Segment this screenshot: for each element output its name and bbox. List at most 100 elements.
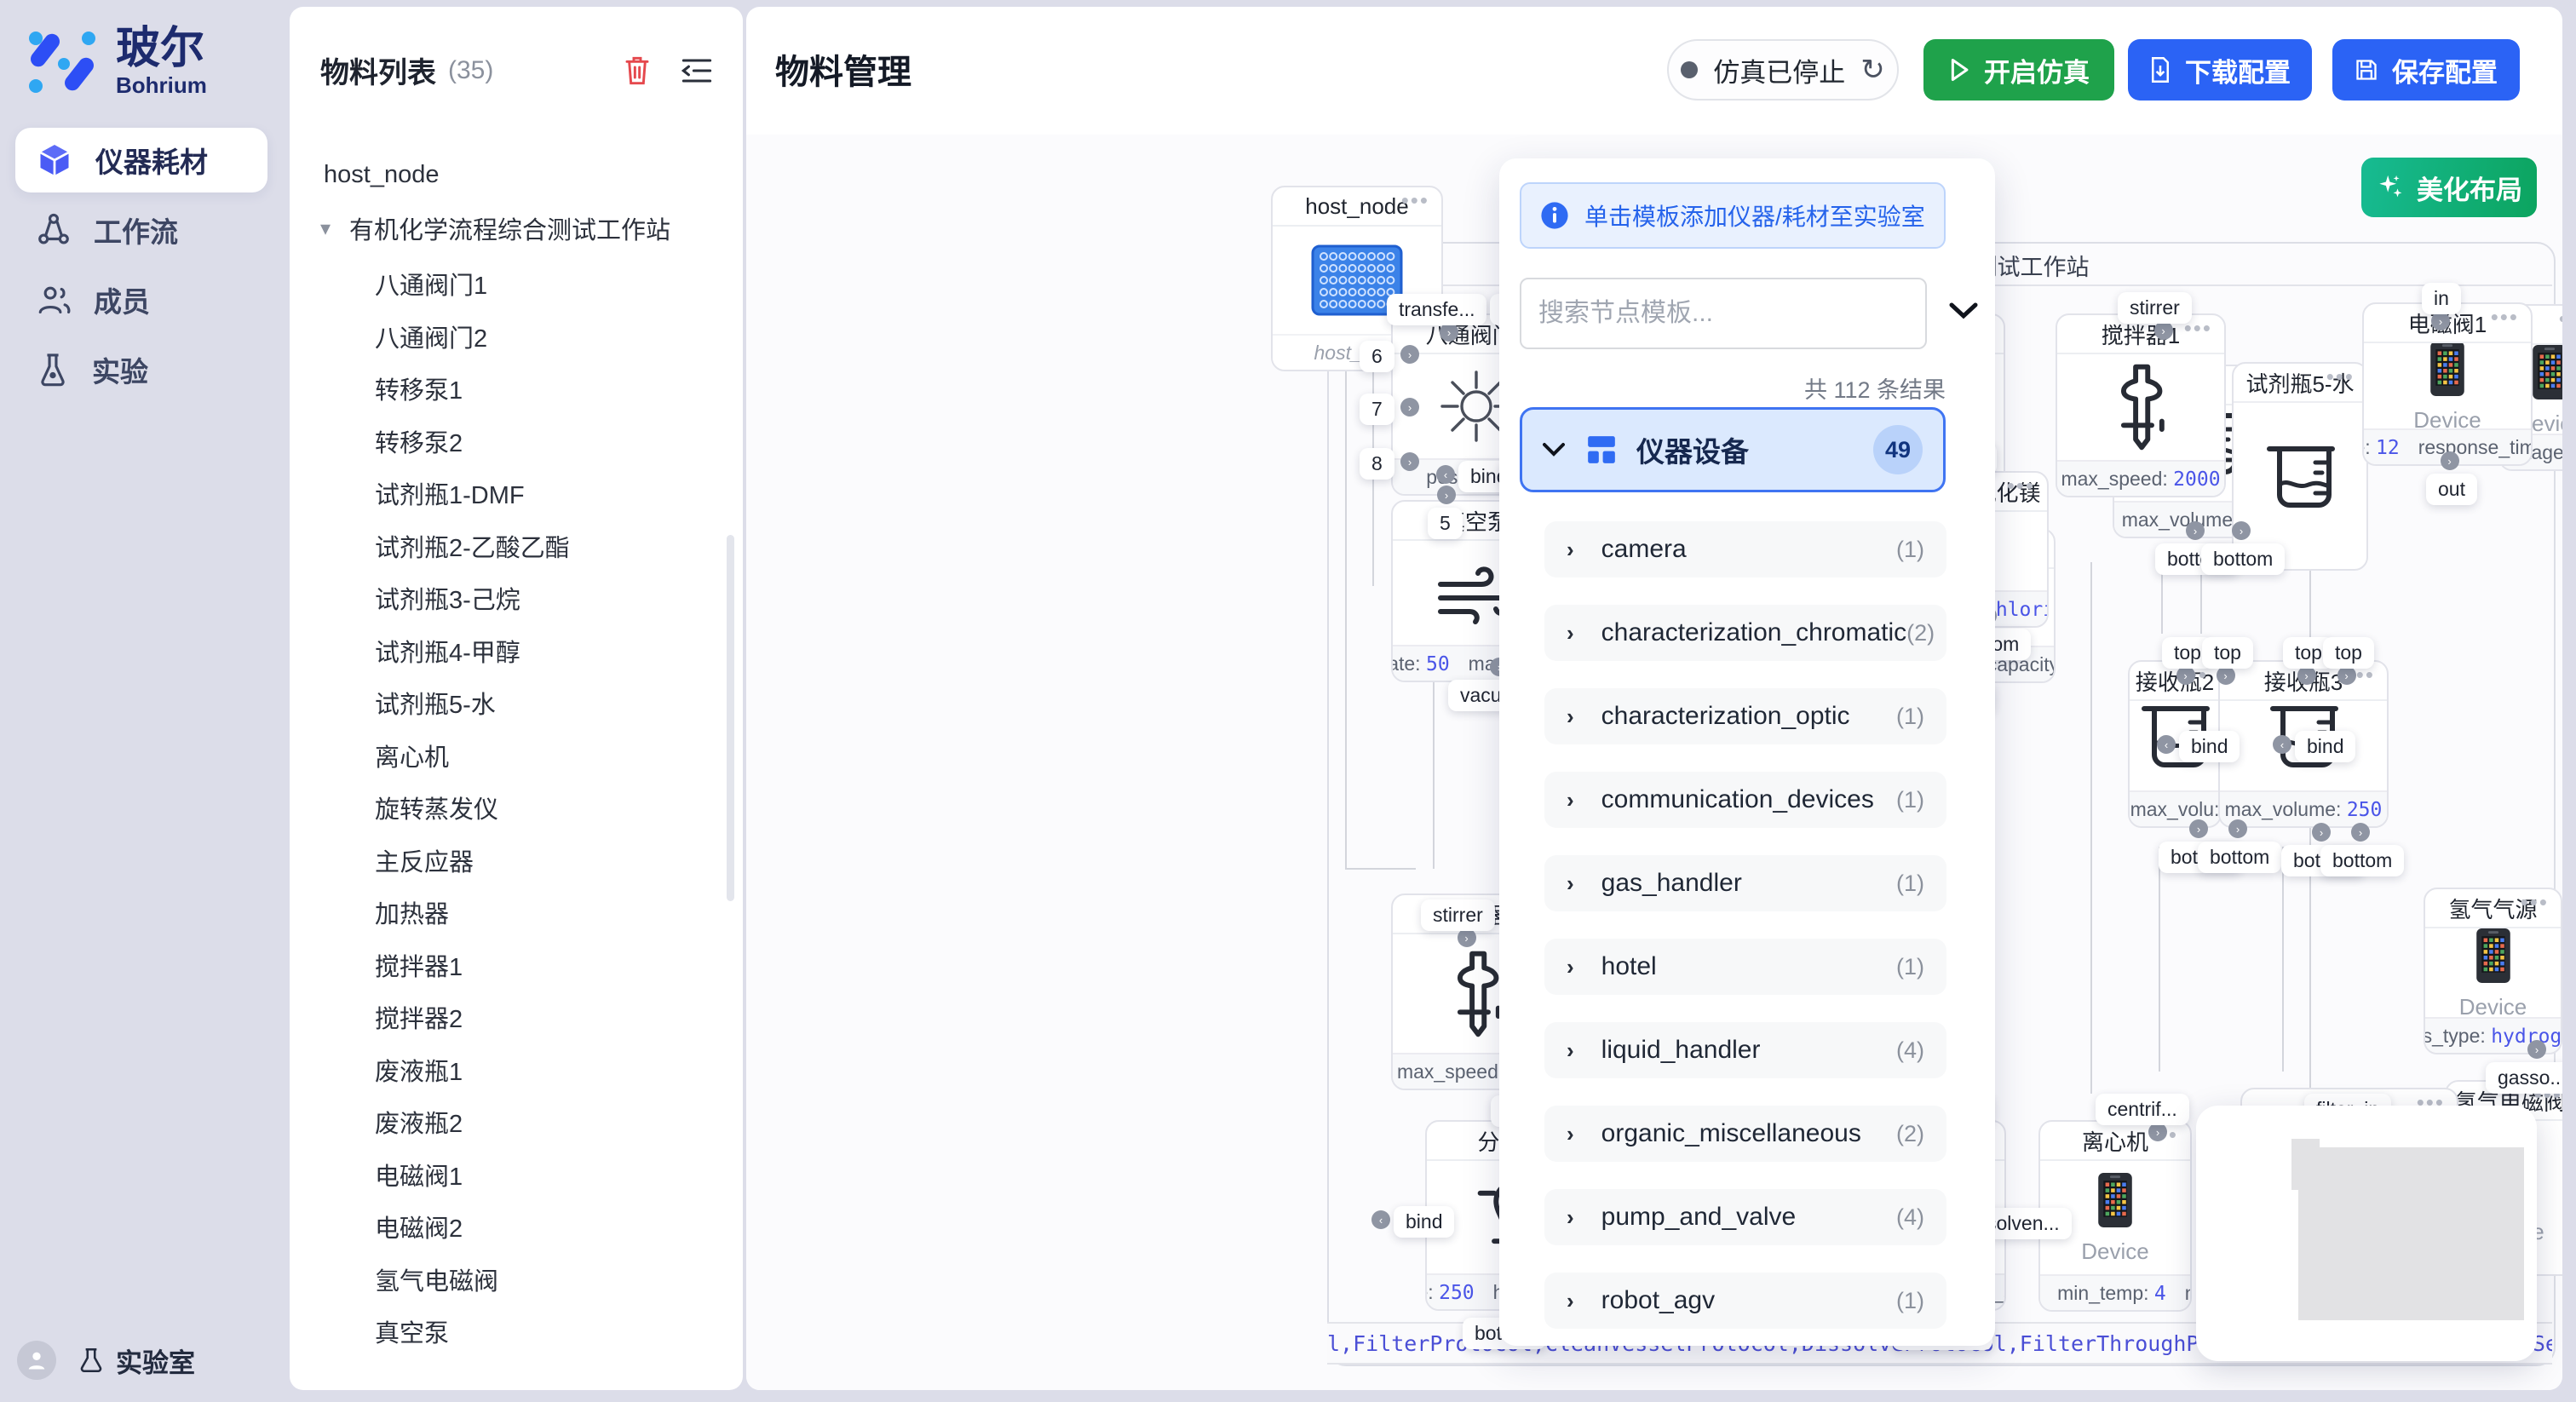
port-connector-dot[interactable]: › xyxy=(2351,823,2370,842)
node-试剂瓶5-水[interactable]: 试剂瓶5-水 ••• xyxy=(2232,362,2368,571)
category-row-robot_agv[interactable]: › robot_agv (1) xyxy=(1544,1273,1946,1329)
port-connector-dot[interactable]: › xyxy=(1400,345,1419,364)
port-connector-dot[interactable]: ‹ xyxy=(2273,735,2291,754)
material-item[interactable]: host_node xyxy=(324,153,439,196)
download-config-button[interactable]: 下载配置 xyxy=(2128,39,2312,101)
port-connector-dot[interactable]: › xyxy=(2312,823,2331,842)
save-config-button[interactable]: 保存配置 xyxy=(2332,39,2520,101)
material-item[interactable]: 主反应器 xyxy=(375,839,474,882)
beautify-layout-button[interactable]: 美化布局 xyxy=(2361,158,2537,217)
category-row-liquid_handler[interactable]: › liquid_handler (4) xyxy=(1544,1022,1946,1078)
node-menu-icon[interactable]: ••• xyxy=(2521,889,2549,916)
port-connector-dot[interactable]: ‹ xyxy=(1371,1210,1390,1229)
port-connector-dot[interactable]: › xyxy=(2527,1040,2546,1059)
port-connector-dot[interactable]: › xyxy=(2337,666,2356,685)
port-pill-bind[interactable]: bind xyxy=(2179,731,2240,762)
materials-scrollbar[interactable] xyxy=(727,535,734,901)
port-pill-gasso[interactable]: gasso... xyxy=(2486,1062,2562,1094)
material-item[interactable]: 试剂瓶2-乙酸乙酯 xyxy=(375,525,570,567)
port-pill-bottom[interactable]: bottom xyxy=(2198,842,2281,873)
port-pill-6[interactable]: 6 xyxy=(1360,341,1394,372)
node-menu-icon[interactable]: ••• xyxy=(1401,187,1429,214)
chevron-down-icon[interactable]: ▾ xyxy=(320,216,331,241)
port-connector-dot[interactable]: › xyxy=(2189,819,2208,838)
node-menu-icon[interactable]: ••• xyxy=(2559,306,2562,332)
port-pill-in[interactable]: in xyxy=(2422,283,2461,314)
material-item[interactable]: 加热器 xyxy=(375,891,449,934)
refresh-icon[interactable]: ↻ xyxy=(1860,53,1885,87)
sidebar-item-4[interactable]: 实验 xyxy=(15,337,267,402)
material-item[interactable]: 旋转蒸发仪 xyxy=(375,786,498,829)
material-item[interactable]: 废液瓶2 xyxy=(375,1100,463,1143)
category-row-communication_devices[interactable]: › communication_devices (1) xyxy=(1544,772,1946,828)
node-menu-icon[interactable]: ••• xyxy=(2007,473,2035,499)
material-item[interactable]: 氢气电磁阀 xyxy=(375,1258,498,1301)
port-connector-dot[interactable]: › xyxy=(2186,521,2205,540)
category-row-hotel[interactable]: › hotel (1) xyxy=(1544,939,1946,995)
material-item[interactable]: 八通阀门1 xyxy=(375,262,487,305)
search-input[interactable] xyxy=(1520,278,1927,349)
port-connector-dot[interactable]: ‹ xyxy=(1436,465,1455,484)
port-pill-transfe[interactable]: transfe... xyxy=(1387,294,1486,325)
category-row-organic_miscellaneous[interactable]: › organic_miscellaneous (2) xyxy=(1544,1106,1946,1162)
avatar[interactable] xyxy=(17,1341,56,1380)
chevron-down-icon[interactable] xyxy=(1949,302,1978,320)
category-row-characterization_optic[interactable]: › characterization_optic (1) xyxy=(1544,688,1946,744)
port-pill-bind[interactable]: bind xyxy=(1394,1206,1454,1238)
start-simulation-button[interactable]: 开启仿真 xyxy=(1923,39,2114,101)
port-pill-bind[interactable]: bind xyxy=(2295,731,2355,762)
node-搅拌器1[interactable]: 搅拌器1 ••• max_speed: 2000 xyxy=(2056,313,2226,497)
port-connector-dot[interactable]: › xyxy=(2297,666,2316,685)
material-item[interactable]: 电磁阀2 xyxy=(375,1205,463,1248)
minimap[interactable] xyxy=(2196,1106,2537,1361)
material-item[interactable]: 试剂瓶5-水 xyxy=(375,681,496,724)
collapse-list-icon[interactable] xyxy=(681,57,712,84)
sidebar-item-2[interactable]: 工作流 xyxy=(15,198,267,262)
sidebar-lab-link[interactable]: 实验室 xyxy=(77,1342,195,1380)
port-pill-8[interactable]: 8 xyxy=(1360,448,1394,480)
port-connector-dot[interactable]: › xyxy=(1400,398,1419,417)
category-row-camera[interactable]: › camera (1) xyxy=(1544,521,1946,577)
port-pill-stirrer[interactable]: stirrer xyxy=(1421,899,1495,931)
sidebar-item-1[interactable]: 仪器耗材 xyxy=(15,128,267,192)
port-pill-bottom[interactable]: bottom xyxy=(2320,845,2404,876)
material-item[interactable]: 真空泵 xyxy=(375,1310,449,1353)
material-item[interactable]: 转移泵2 xyxy=(375,420,463,463)
node-menu-icon[interactable]: ••• xyxy=(2491,304,2519,330)
port-pill-7[interactable]: 7 xyxy=(1360,394,1394,425)
node-氢气气源[interactable]: 氢气气源 ••• Devicegas_type: hydrogen xyxy=(2424,888,2562,1054)
port-connector-dot[interactable]: › xyxy=(2176,666,2195,685)
port-pill-top[interactable]: top xyxy=(2202,637,2253,669)
material-item[interactable]: 搅拌器1 xyxy=(375,944,463,986)
port-pill-stirrer[interactable]: stirrer xyxy=(2118,292,2192,324)
port-connector-dot[interactable]: › xyxy=(2431,312,2450,330)
material-item[interactable]: 转移泵1 xyxy=(375,367,463,410)
port-connector-dot[interactable]: › xyxy=(2217,666,2235,685)
category-group-instruments[interactable]: 仪器设备 49 xyxy=(1520,407,1946,492)
port-pill-out[interactable]: out xyxy=(2426,474,2477,505)
category-row-gas_handler[interactable]: › gas_handler (1) xyxy=(1544,855,1946,911)
material-item[interactable]: ▾有机化学流程综合测试工作站 xyxy=(320,207,670,250)
material-item[interactable]: 搅拌器2 xyxy=(375,996,463,1038)
port-connector-dot[interactable]: › xyxy=(1440,323,1458,342)
port-connector-dot[interactable]: › xyxy=(2228,819,2247,838)
port-connector-dot[interactable]: › xyxy=(1437,486,1456,504)
material-item[interactable]: 试剂瓶1-DMF xyxy=(375,472,525,514)
sim-status-pill[interactable]: 仿真已停止 ↻ xyxy=(1667,39,1899,101)
material-item[interactable]: 八通阀门2 xyxy=(375,315,487,358)
port-connector-dot[interactable]: › xyxy=(2232,521,2251,540)
material-item[interactable]: 离心机 xyxy=(375,734,449,777)
category-row-pump_and_valve[interactable]: › pump_and_valve (4) xyxy=(1544,1189,1946,1245)
port-pill-centrif[interactable]: centrif... xyxy=(2096,1094,2189,1125)
port-pill-5[interactable]: 5 xyxy=(1428,508,1463,539)
node-menu-icon[interactable]: ••• xyxy=(2326,364,2355,390)
delete-icon[interactable] xyxy=(624,55,651,87)
material-item[interactable]: 试剂瓶4-甲醇 xyxy=(375,629,520,672)
port-connector-dot[interactable]: › xyxy=(2154,321,2173,340)
category-row-characterization_chromatic[interactable]: › characterization_chromatic (2) xyxy=(1544,605,1946,661)
port-pill-bottom[interactable]: bottom xyxy=(2201,543,2285,575)
port-connector-dot[interactable]: › xyxy=(2441,451,2459,470)
port-pill-top[interactable]: top xyxy=(2323,637,2374,669)
port-connector-dot[interactable]: › xyxy=(1458,928,1476,947)
material-item[interactable]: 废液瓶1 xyxy=(375,1049,463,1091)
